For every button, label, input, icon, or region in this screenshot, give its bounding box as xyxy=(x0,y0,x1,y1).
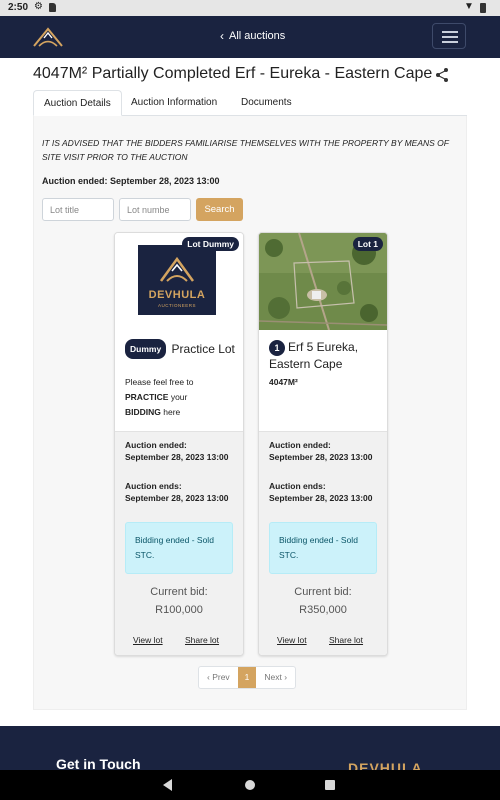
all-auctions-label: All auctions xyxy=(229,30,286,42)
auction-ended-value: September 28, 2023 13:00 xyxy=(125,452,229,462)
hamburger-menu-button[interactable] xyxy=(432,23,466,49)
lot-name-text: Practice Lot xyxy=(171,342,235,356)
lot-description: Please feel free to PRACTICE your BIDDIN… xyxy=(125,375,237,420)
share-icon[interactable] xyxy=(434,67,450,83)
bidding-status-alert: Bidding ended - Sold STC. xyxy=(269,522,377,574)
lot-badge: Lot 1 xyxy=(352,237,383,251)
current-bid-value: R100,000 xyxy=(155,604,203,616)
auction-ends-value: September 28, 2023 13:00 xyxy=(125,493,229,503)
lot-name[interactable]: 1 Erf 5 Eureka, Eastern Cape xyxy=(269,339,381,372)
get-in-touch-heading: Get in Touch xyxy=(56,756,141,770)
hamburger-icon xyxy=(442,31,458,33)
pagination: ‹ Prev 1 Next › xyxy=(198,666,297,689)
system-recents-icon[interactable] xyxy=(325,780,335,790)
dummy-tag: Dummy xyxy=(125,339,167,359)
lot-card-1[interactable]: Lot 1 1 Erf 5 Eureka, Eastern Cape 4047M²… xyxy=(258,232,388,656)
system-navigation-bar xyxy=(0,770,500,800)
lot-card-top: Lot 1 1 Erf 5 Eureka, Eastern Cape 4047M² xyxy=(259,233,387,431)
footer-logo: DEVHULA xyxy=(348,760,423,770)
prev-page-button[interactable]: ‹ Prev xyxy=(199,667,238,688)
current-bid-value: R350,000 xyxy=(299,604,347,616)
search-button[interactable]: Search xyxy=(196,198,243,221)
page-1-button[interactable]: 1 xyxy=(237,667,257,688)
status-bar: 2:50 ⚙ ▼ xyxy=(0,0,500,16)
desc-text-5: here xyxy=(163,407,181,417)
lot-title-input[interactable] xyxy=(42,198,114,221)
tab-bar: Auction Details Auction Information Docu… xyxy=(33,90,467,116)
hamburger-icon-bar xyxy=(442,36,458,38)
lot-size: 4047M² xyxy=(269,377,298,387)
battery-icon xyxy=(480,3,486,13)
status-time: 2:50 xyxy=(8,2,29,13)
sd-card-icon xyxy=(49,3,56,12)
auction-ended-label: Auction ended: xyxy=(125,440,187,450)
current-bid-label: Current bid: xyxy=(150,586,208,598)
lot-number-input[interactable] xyxy=(119,198,191,221)
lot-card-bottom: Auction ended: September 28, 2023 13:00 … xyxy=(115,431,243,655)
bidding-status-alert: Bidding ended - Sold STC. xyxy=(125,522,233,574)
system-back-icon[interactable] xyxy=(163,779,172,791)
tab-documents[interactable]: Documents xyxy=(231,90,302,116)
desc-text-2: PRACTICE xyxy=(125,392,169,402)
site-visit-notice: IT IS ADVISED THAT THE BIDDERS FAMILIARI… xyxy=(42,138,449,162)
brand-logo-icon[interactable] xyxy=(32,25,64,49)
lot-card-bottom: Auction ended: September 28, 2023 13:00 … xyxy=(259,431,387,655)
lot-number-badge: 1 xyxy=(269,340,285,356)
auction-details-panel: IT IS ADVISED THAT THE BIDDERS FAMILIARI… xyxy=(33,116,467,710)
auction-ends-label: Auction ends: xyxy=(125,481,182,491)
auction-ended-text: Auction ended: September 28, 2023 13:00 xyxy=(42,176,220,186)
system-home-icon[interactable] xyxy=(245,780,255,790)
tab-auction-information[interactable]: Auction Information xyxy=(121,90,227,116)
auction-ended-label: Auction ended: xyxy=(269,440,331,450)
wifi-icon: ▼ xyxy=(464,1,474,12)
desc-text-4: BIDDING xyxy=(125,407,161,417)
current-bid-label: Current bid: xyxy=(294,586,352,598)
auction-ended-value: September 28, 2023 13:00 xyxy=(269,452,373,462)
desc-text-3: your xyxy=(170,392,188,402)
page-title: 4047M² Partially Completed Erf - Eureka … xyxy=(33,65,433,82)
tab-auction-details[interactable]: Auction Details xyxy=(33,90,122,116)
chevron-left-icon: ‹ xyxy=(220,29,224,43)
auction-ends-label: Auction ends: xyxy=(269,481,326,491)
top-navbar: ‹ All auctions xyxy=(0,16,500,58)
view-lot-link[interactable]: View lot xyxy=(277,635,307,645)
lot-badge: Lot Dummy xyxy=(182,237,239,251)
share-lot-link[interactable]: Share lot xyxy=(185,635,219,645)
lot-card-top: DEVHULA AUCTIONEERS Lot Dummy Dummy Prac… xyxy=(115,233,243,431)
desc-text-1: Please feel free to xyxy=(125,377,194,387)
devhula-logo-text: DEVHULA xyxy=(148,289,206,301)
hamburger-icon-bar xyxy=(442,41,458,43)
devhula-logo-subtext: AUCTIONEERS xyxy=(157,303,196,308)
footer: Get in Touch DEVHULA xyxy=(0,726,500,770)
gear-icon: ⚙ xyxy=(34,1,43,12)
auction-ends-value: September 28, 2023 13:00 xyxy=(269,493,373,503)
share-lot-link[interactable]: Share lot xyxy=(329,635,363,645)
view-lot-link[interactable]: View lot xyxy=(133,635,163,645)
lot-card-dummy[interactable]: DEVHULA AUCTIONEERS Lot Dummy Dummy Prac… xyxy=(114,232,244,656)
next-page-button[interactable]: Next › xyxy=(256,667,295,688)
all-auctions-link[interactable]: ‹ All auctions xyxy=(220,29,285,43)
lot-name[interactable]: Dummy Practice Lot xyxy=(125,339,237,359)
